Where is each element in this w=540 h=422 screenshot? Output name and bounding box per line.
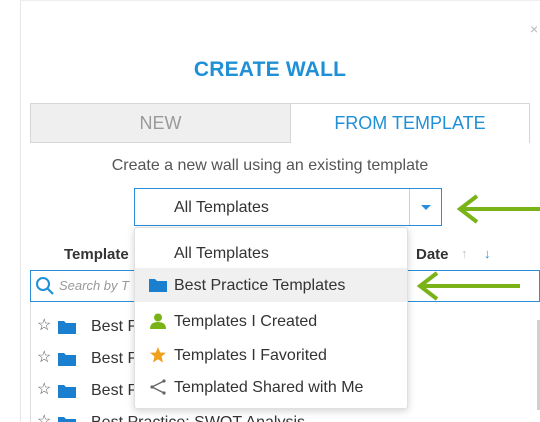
folder-icon: [58, 321, 76, 334]
tab-from-template[interactable]: FROM TEMPLATE: [290, 103, 530, 143]
template-name: Best P: [91, 350, 139, 367]
menu-item-label: Templates I Created: [174, 313, 318, 330]
menu-item-label: Templates I Favorited: [174, 347, 327, 364]
share-icon: [150, 379, 166, 395]
template-name: Best Practice: SWOT Analysis: [91, 414, 305, 422]
person-icon: [150, 313, 166, 329]
date-column-header[interactable]: Date: [416, 246, 449, 263]
select-value: All Templates: [174, 199, 269, 216]
menu-item-all-templates[interactable]: All Templates: [135, 236, 407, 270]
annotation-arrow-icon: [416, 271, 520, 301]
template-column-header[interactable]: Template: [64, 246, 129, 263]
menu-item-label: Templated Shared with Me: [174, 379, 364, 396]
template-filter-select[interactable]: All Templates: [134, 188, 442, 226]
search-icon: [36, 277, 54, 295]
search-input[interactable]: [59, 278, 139, 293]
tab-new[interactable]: NEW: [30, 103, 291, 143]
close-button[interactable]: ×: [530, 22, 538, 36]
favorite-star-icon[interactable]: ☆: [37, 347, 51, 367]
template-name: Best P: [91, 318, 139, 335]
sort-ascending-icon[interactable]: ↑: [461, 246, 468, 261]
sort-descending-icon[interactable]: ↓: [484, 246, 491, 261]
folder-icon: [149, 279, 167, 292]
star-icon: [150, 347, 166, 363]
menu-item-label: All Templates: [174, 245, 269, 262]
dialog-subtitle: Create a new wall using an existing temp…: [111, 157, 429, 174]
favorite-star-icon[interactable]: ☆: [37, 379, 51, 399]
menu-item-shared-with-me[interactable]: Templated Shared with Me: [135, 370, 407, 404]
folder-icon: [58, 417, 76, 422]
dropdown-toggle-button[interactable]: [409, 189, 441, 225]
folder-icon: [58, 385, 76, 398]
template-filter-menu: All Templates Best Practice Templates Te…: [134, 227, 408, 409]
menu-item-label: Best Practice Templates: [174, 277, 346, 294]
favorite-star-icon[interactable]: ☆: [37, 411, 51, 422]
folder-icon: [58, 353, 76, 366]
favorite-star-icon[interactable]: ☆: [37, 315, 51, 335]
menu-item-favorited[interactable]: Templates I Favorited: [135, 338, 407, 372]
dialog-title: CREATE WALL: [193, 58, 347, 81]
menu-item-best-practice[interactable]: Best Practice Templates: [135, 268, 407, 302]
chevron-down-icon: [421, 205, 431, 210]
template-name: Best P: [91, 382, 139, 399]
annotation-arrow-icon: [456, 194, 540, 224]
menu-item-created-by-me[interactable]: Templates I Created: [135, 304, 407, 338]
tab-bar: NEW FROM TEMPLATE: [30, 103, 530, 143]
